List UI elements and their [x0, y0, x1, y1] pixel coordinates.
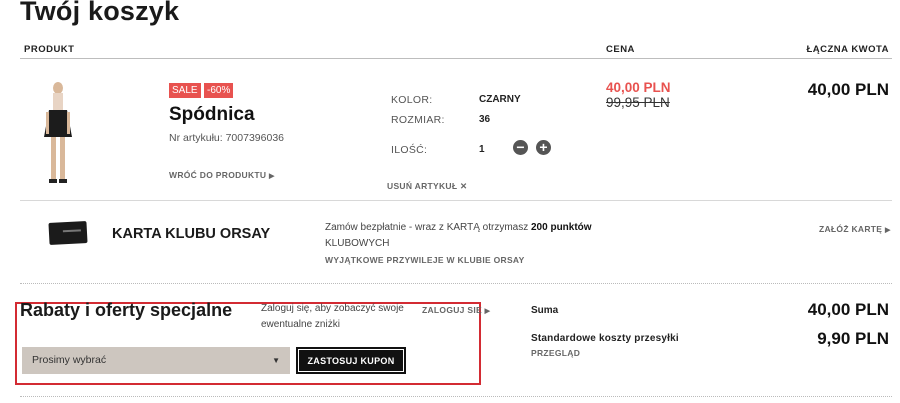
column-header-price: CENA: [606, 44, 635, 55]
column-header-product: PRODUKT: [24, 44, 75, 55]
club-card-image: [48, 221, 88, 245]
quantity-decrease-button[interactable]: −: [513, 140, 528, 155]
page-title: Twój koszyk: [20, 0, 180, 26]
apply-coupon-button[interactable]: ZASTOSUJ KUPON: [296, 347, 406, 374]
sum-label: Suma: [531, 305, 559, 316]
club-text-after: KLUBOWYCH: [325, 238, 390, 249]
discounts-login-note: Zaloguj się, aby zobaczyć swoje ewentual…: [261, 303, 404, 330]
price-old: 99,95 PLN: [606, 95, 670, 110]
sum-value: 40,00 PLN: [807, 300, 889, 319]
triangle-right-icon: ▶: [484, 308, 491, 315]
size-label: ROZMIAR:: [391, 114, 445, 126]
column-header-total: ŁĄCZNA KWOTA: [806, 44, 889, 55]
login-label: ZALOGUJ SIĘ: [422, 305, 482, 315]
price-new: 40,00 PLN: [606, 80, 671, 95]
back-to-product-label: WRÓĆ DO PRODUKTU: [169, 170, 267, 180]
bottom-divider: [20, 396, 892, 397]
club-card-description: Zamów bezpłatnie - wraz z KARTĄ otrzymas…: [325, 220, 625, 252]
quantity-value: 1: [479, 144, 485, 155]
discounts-title: Rabaty i oferty specjalne: [20, 300, 233, 320]
login-link[interactable]: ZALOGUJ SIĘ ▶: [422, 305, 490, 315]
remove-item-label: USUŃ ARTYKUŁ: [387, 181, 458, 191]
product-image[interactable]: [36, 82, 80, 190]
close-icon: ✕: [460, 181, 468, 191]
create-card-label: ZAŁÓŻ KARTĘ: [819, 224, 883, 234]
minus-icon: −: [516, 139, 525, 155]
quantity-increase-button[interactable]: +: [536, 140, 551, 155]
club-text-bold: 200 punktów: [531, 222, 592, 233]
back-to-product-link[interactable]: WRÓĆ DO PRODUKTU ▶: [169, 170, 275, 180]
shipping-value: 9,90 PLN: [817, 329, 889, 348]
shipping-details-link[interactable]: PRZEGLĄD: [531, 348, 580, 358]
shipping-label: Standardowe koszty przesyłki: [531, 333, 679, 344]
club-card-title: KARTA KLUBU ORSAY: [112, 226, 271, 242]
header-divider: [20, 58, 892, 59]
color-value: CZARNY: [479, 94, 521, 105]
sale-badge: SALE: [169, 83, 201, 98]
quantity-label: ILOŚĆ:: [391, 144, 428, 156]
plus-icon: +: [539, 139, 548, 155]
coupon-select-value: Prosimy wybrać: [32, 354, 107, 366]
club-text-before: Zamów bezpłatnie - wraz z KARTĄ otrzymas…: [325, 222, 531, 233]
club-divider: [20, 283, 892, 284]
caret-down-icon: ▼: [272, 356, 280, 365]
size-value: 36: [479, 114, 491, 125]
product-divider: [20, 200, 892, 201]
create-card-link[interactable]: ZAŁÓŻ KARTĘ ▶: [819, 224, 891, 234]
triangle-right-icon: ▶: [269, 173, 275, 180]
triangle-right-icon: ▶: [884, 227, 891, 234]
discount-badge: -60%: [204, 83, 234, 98]
remove-item-link[interactable]: USUŃ ARTYKUŁ ✕: [387, 181, 467, 192]
color-label: KOLOR:: [391, 94, 433, 106]
club-privileges-link[interactable]: WYJĄTKOWE PRZYWILEJE W KLUBIE ORSAY: [325, 255, 525, 265]
coupon-select[interactable]: Prosimy wybrać ▼: [22, 347, 290, 374]
product-sku: Nr artykułu: 7007396036: [169, 132, 284, 144]
line-total: 40,00 PLN: [807, 80, 889, 99]
product-name[interactable]: Spódnica: [169, 104, 255, 126]
